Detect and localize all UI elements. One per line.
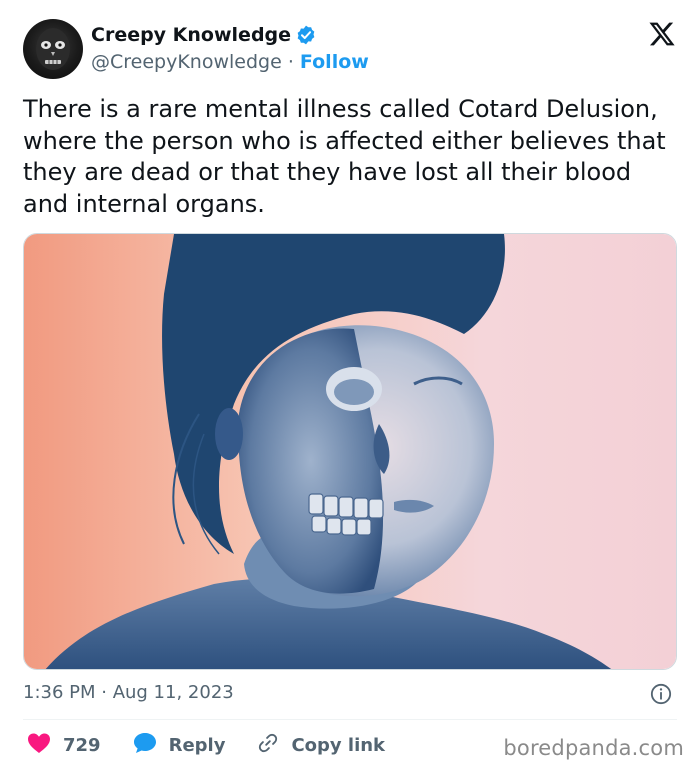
info-icon[interactable] <box>650 683 672 705</box>
heart-icon <box>27 732 51 759</box>
copy-link-button[interactable]: Copy link <box>257 732 385 759</box>
watermark-text: boredpanda.com <box>503 736 684 760</box>
link-icon <box>257 732 279 759</box>
like-button[interactable]: 729 <box>27 732 101 759</box>
x-logo-icon[interactable] <box>648 20 676 48</box>
tweet-text: There is a rare mental illness called Co… <box>23 95 666 218</box>
tweet-timestamp[interactable]: 1:36 PM · Aug 11, 2023 <box>23 680 234 706</box>
author-name-row: Creepy Knowledge <box>91 23 369 47</box>
reply-button[interactable]: Reply <box>133 732 226 759</box>
tweet-media-image[interactable] <box>23 233 677 670</box>
follow-button[interactable]: Follow <box>300 51 369 73</box>
tweet-card: Creepy Knowledge @CreepyKnowledge · Foll… <box>0 0 700 773</box>
copy-link-label: Copy link <box>291 734 386 756</box>
author-info: Creepy Knowledge @CreepyKnowledge · Foll… <box>91 23 369 75</box>
author-name[interactable]: Creepy Knowledge <box>91 23 291 47</box>
author-handle-row: @CreepyKnowledge · Follow <box>91 49 369 75</box>
handle-separator: · <box>281 51 300 73</box>
reply-bubble-icon <box>133 732 157 759</box>
reply-label: Reply <box>168 734 226 756</box>
divider <box>23 719 677 720</box>
like-count: 729 <box>63 734 101 756</box>
tweet-header: Creepy Knowledge @CreepyKnowledge · Foll… <box>23 17 369 81</box>
avatar[interactable] <box>23 19 83 79</box>
skull-face-avatar-image <box>36 28 70 70</box>
author-handle[interactable]: @CreepyKnowledge <box>91 51 282 73</box>
verified-badge-icon <box>295 24 317 46</box>
half-skull-portrait-image <box>24 234 676 669</box>
tweet-actions: 729 Reply Copy link <box>27 730 417 760</box>
